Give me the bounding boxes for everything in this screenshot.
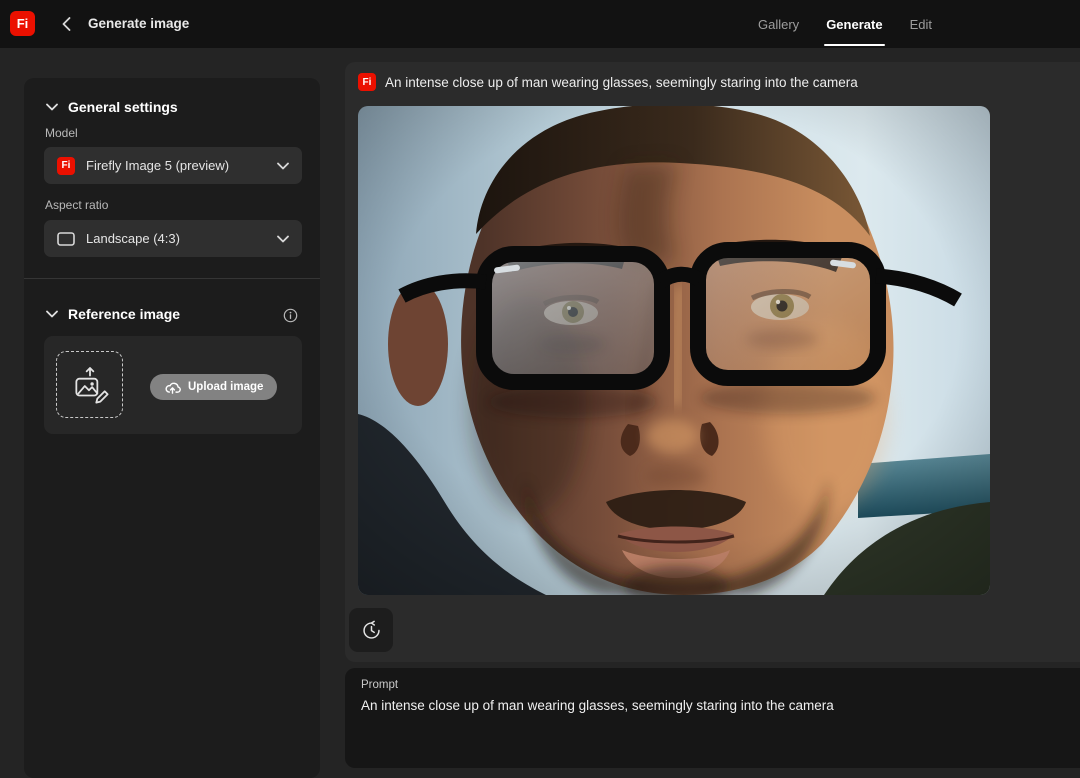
firefly-badge-icon: Fi bbox=[358, 73, 376, 91]
chevron-down-icon bbox=[277, 162, 289, 170]
settings-sidebar: General settings Model Fi Firefly Image … bbox=[24, 78, 320, 778]
general-settings-title: General settings bbox=[68, 99, 178, 115]
tab-generate[interactable]: Generate bbox=[826, 0, 882, 48]
generation-result-card: Fi An intense close up of man wearing gl… bbox=[345, 62, 1080, 662]
model-label: Model bbox=[45, 126, 78, 140]
prompt-panel[interactable]: Prompt An intense close up of man wearin… bbox=[345, 668, 1080, 768]
back-button[interactable] bbox=[56, 14, 76, 34]
general-settings-header[interactable]: General settings bbox=[46, 99, 178, 115]
reference-info-button[interactable] bbox=[282, 307, 298, 323]
firefly-model-icon: Fi bbox=[57, 157, 75, 175]
aspect-ratio-dropdown[interactable]: Landscape (4:3) bbox=[44, 220, 302, 257]
landscape-frame-icon bbox=[57, 232, 75, 246]
reference-image-title: Reference image bbox=[68, 306, 180, 322]
prompt-label: Prompt bbox=[361, 679, 1074, 691]
model-value: Firefly Image 5 (preview) bbox=[86, 158, 229, 173]
aspect-ratio-label: Aspect ratio bbox=[45, 198, 108, 212]
back-chevron-icon bbox=[62, 17, 71, 31]
chevron-down-icon bbox=[277, 235, 289, 243]
top-bar: Fi Generate image Gallery Generate Edit bbox=[0, 0, 1080, 48]
history-button[interactable] bbox=[349, 608, 393, 652]
chevron-down-icon bbox=[46, 103, 58, 111]
firefly-logo-icon[interactable]: Fi bbox=[10, 11, 35, 36]
reference-dropzone[interactable] bbox=[56, 351, 123, 418]
upload-image-button[interactable]: Upload image bbox=[150, 374, 277, 400]
mode-tabs: Gallery Generate Edit bbox=[758, 0, 932, 48]
page-title: Generate image bbox=[88, 16, 189, 31]
result-prompt-bar: Fi An intense close up of man wearing gl… bbox=[358, 73, 858, 91]
upload-cloud-icon bbox=[164, 381, 181, 394]
info-icon bbox=[283, 308, 298, 323]
model-dropdown[interactable]: Fi Firefly Image 5 (preview) bbox=[44, 147, 302, 184]
generated-image[interactable] bbox=[358, 106, 990, 595]
result-prompt-text: An intense close up of man wearing glass… bbox=[385, 75, 858, 90]
reference-upload-card: Upload image bbox=[44, 336, 302, 434]
reference-image-header[interactable]: Reference image bbox=[46, 306, 180, 322]
tab-gallery[interactable]: Gallery bbox=[758, 0, 799, 48]
image-upload-placeholder-icon bbox=[69, 364, 111, 406]
tab-edit[interactable]: Edit bbox=[910, 0, 932, 48]
aspect-ratio-value: Landscape (4:3) bbox=[86, 231, 180, 246]
history-icon bbox=[361, 620, 382, 641]
chevron-down-icon bbox=[46, 310, 58, 318]
upload-image-label: Upload image bbox=[188, 381, 263, 393]
sidebar-divider bbox=[24, 278, 320, 279]
prompt-input-text[interactable]: An intense close up of man wearing glass… bbox=[361, 698, 1074, 713]
